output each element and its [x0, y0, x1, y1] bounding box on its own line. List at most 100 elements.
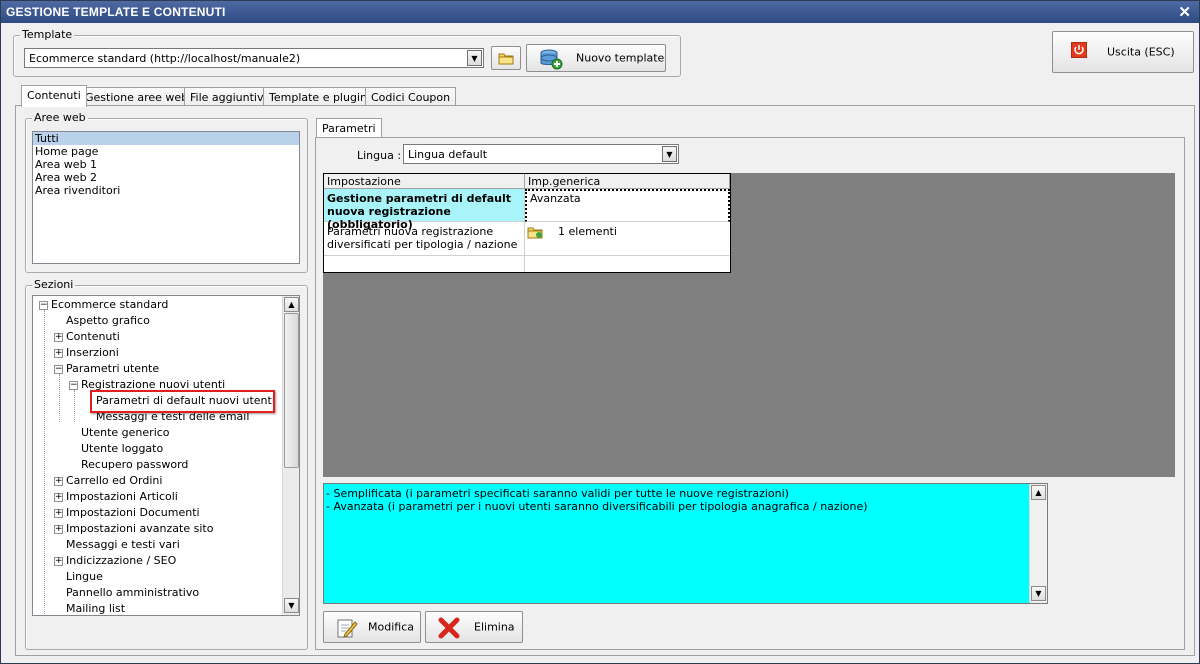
list-item[interactable]: Tutti: [33, 132, 299, 145]
tree-node-label: Indicizzazione / SEO: [66, 554, 177, 567]
tab-file-aggiuntivi[interactable]: File aggiuntivi: [184, 87, 273, 107]
list-item[interactable]: Area web 2: [33, 171, 299, 184]
scroll-thumb[interactable]: [284, 313, 299, 468]
lingua-select[interactable]: Lingua default ▼: [403, 144, 679, 164]
tree-node-label: Utente loggato: [81, 442, 164, 455]
tree-scrollbar[interactable]: ▲ ▼: [282, 296, 299, 615]
tab-label: Template e plugins: [269, 91, 373, 104]
aree-web-group: Aree web Tutti Home page Area web 1 Area…: [25, 111, 308, 273]
folder-icon: [527, 227, 543, 239]
list-item[interactable]: Area web 1: [33, 158, 299, 171]
title-bar: GESTIONE TEMPLATE E CONTENUTI ✕: [1, 1, 1199, 23]
edit-icon: [337, 619, 358, 638]
description-line: - Semplificata (i parametri specificati …: [326, 487, 789, 500]
description-line: - Avanzata (i parametri per i nuovi uten…: [326, 500, 868, 513]
open-template-folder-button[interactable]: [491, 46, 521, 70]
tab-codici-coupon[interactable]: Codici Coupon: [365, 87, 457, 107]
column-header: Impostazione: [324, 174, 525, 189]
expand-icon[interactable]: +: [54, 333, 63, 342]
elements-count: 1 elementi: [558, 225, 617, 238]
grid-cell-empty: [324, 256, 525, 272]
tree-node-label: Messaggi e testi vari: [66, 538, 180, 551]
aree-web-list[interactable]: Tutti Home page Area web 1 Area web 2 Ar…: [32, 131, 300, 264]
tab-gestione-aree-web[interactable]: Gestione aree web: [79, 87, 195, 107]
tree-node-label: Utente generico: [81, 426, 170, 439]
tree-guide-line: [59, 374, 60, 422]
modify-button[interactable]: Modifica: [323, 611, 421, 643]
sezioni-tree[interactable]: − Ecommerce standard Aspetto grafico + C…: [32, 295, 300, 616]
new-template-button[interactable]: Nuovo template: [526, 44, 666, 72]
template-select-value: Ecommerce standard (http://localhost/man…: [29, 52, 301, 65]
selection-highlight: [90, 390, 275, 413]
tree-guide-line: [44, 310, 45, 615]
tab-label: Parametri: [322, 122, 376, 135]
window-title: GESTIONE TEMPLATE E CONTENUTI: [6, 5, 226, 19]
tree-node-label: Inserzioni: [66, 346, 119, 359]
lingua-label: Lingua :: [357, 149, 402, 162]
settings-grid[interactable]: Impostazione Imp.generica Gestione param…: [323, 173, 731, 273]
tree-node-label: Carrello ed Ordini: [66, 474, 163, 487]
main-window: GESTIONE TEMPLATE E CONTENUTI ✕ Template…: [0, 0, 1200, 664]
aree-web-label: Aree web: [32, 111, 88, 124]
tree-guide-line: [74, 390, 75, 422]
grid-cell-setting[interactable]: Gestione parametri di default nuova regi…: [324, 189, 525, 231]
tab-template-e-plugins[interactable]: Template e plugins: [263, 87, 379, 107]
tree-node-label: Recupero password: [81, 458, 189, 471]
grid-cell-value[interactable]: Avanzata: [525, 189, 730, 222]
chevron-down-icon[interactable]: ▼: [662, 146, 677, 162]
template-group-label: Template: [20, 28, 75, 41]
template-group: Template Ecommerce standard (http://loca…: [13, 28, 681, 77]
sezioni-label: Sezioni: [32, 278, 76, 291]
exit-button-label: Uscita (ESC): [1107, 45, 1175, 59]
expand-icon[interactable]: +: [54, 557, 63, 566]
tree-node-label: Impostazioni Documenti: [66, 506, 200, 519]
scroll-down-icon[interactable]: ▼: [284, 598, 299, 613]
expand-icon[interactable]: +: [54, 493, 63, 502]
close-icon[interactable]: ✕: [1178, 3, 1191, 21]
new-template-button-label: Nuovo template: [576, 51, 665, 65]
expand-icon[interactable]: +: [54, 477, 63, 486]
list-item[interactable]: Area rivenditori: [33, 184, 299, 197]
chevron-down-icon[interactable]: ▼: [467, 50, 482, 66]
collapse-icon[interactable]: −: [54, 365, 63, 374]
template-select[interactable]: Ecommerce standard (http://localhost/man…: [24, 48, 484, 68]
tab-label: Gestione aree web: [85, 91, 189, 104]
column-header: Imp.generica: [525, 174, 730, 189]
scroll-up-icon[interactable]: ▲: [1031, 485, 1046, 500]
scroll-up-icon[interactable]: ▲: [284, 297, 299, 312]
tree-node-label: Lingue: [66, 570, 103, 583]
tree-node-label: Pannello amministrativo: [66, 586, 200, 599]
description-textarea[interactable]: - Semplificata (i parametri specificati …: [323, 483, 1048, 604]
modify-button-label: Modifica: [368, 620, 414, 634]
collapse-icon[interactable]: −: [39, 301, 48, 310]
delete-x-icon: [438, 617, 460, 639]
grid-cell-setting[interactable]: Parametri nuova registrazione diversific…: [324, 222, 525, 256]
tree-node-label: Parametri utente: [66, 362, 160, 375]
tree-node-label: Impostazioni avanzate sito: [66, 522, 214, 535]
expand-icon[interactable]: +: [54, 349, 63, 358]
delete-button-label: Elimina: [474, 620, 515, 634]
expand-icon[interactable]: +: [54, 525, 63, 534]
tab-contenuti[interactable]: Contenuti: [21, 85, 87, 107]
tab-label: Codici Coupon: [371, 91, 451, 104]
power-icon: [1071, 42, 1087, 58]
expand-icon[interactable]: +: [54, 509, 63, 518]
delete-button[interactable]: Elimina: [425, 611, 523, 643]
list-item[interactable]: Home page: [33, 145, 299, 158]
tree-node-label: Aspetto grafico: [66, 314, 150, 327]
tab-label: File aggiuntivi: [190, 91, 267, 104]
tab-label: Contenuti: [27, 89, 81, 102]
tree-node-label: Mailing list: [66, 602, 126, 615]
scroll-down-icon[interactable]: ▼: [1031, 586, 1046, 601]
grid-cell-value[interactable]: 1 elementi: [525, 222, 730, 256]
tree-node-label: Ecommerce standard: [51, 298, 169, 311]
description-scrollbar[interactable]: ▲ ▼: [1029, 484, 1047, 603]
lingua-select-value: Lingua default: [408, 148, 488, 161]
tab-parametri[interactable]: Parametri: [316, 118, 382, 138]
collapse-icon[interactable]: −: [69, 381, 78, 390]
folder-icon: [498, 53, 514, 65]
settings-grid-area: Impostazione Imp.generica Gestione param…: [323, 173, 1175, 477]
tree-node-label: Impostazioni Articoli: [66, 490, 178, 503]
sezioni-group: Sezioni − Ecommerce standard Aspetto gra…: [25, 278, 308, 650]
exit-button[interactable]: Uscita (ESC): [1052, 31, 1194, 73]
